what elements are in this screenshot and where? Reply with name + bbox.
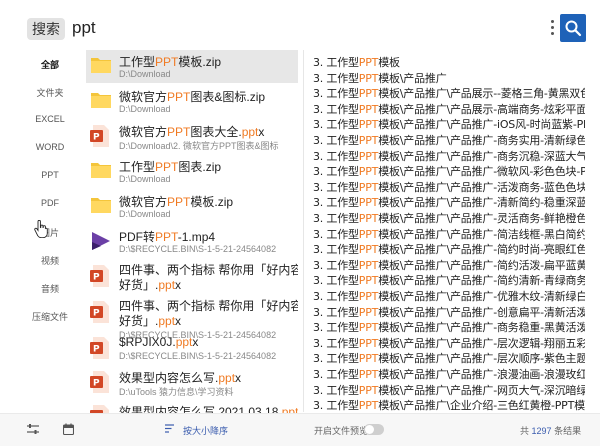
category-item[interactable]: PDF bbox=[25, 198, 75, 208]
file-path: D:\Download\2. 微软官方PPT图表&图标 bbox=[119, 141, 279, 151]
result-count: 共 1297 条结果 bbox=[520, 426, 582, 436]
file-name: 工作型PPT模板.zip bbox=[119, 55, 222, 69]
category-item[interactable]: 全部 bbox=[25, 58, 75, 71]
preview-line: 3. 工作型PPT模板\产品推广\产品推广-简约清新-青绿商务-PP bbox=[313, 274, 585, 288]
preview-line: 3. 工作型PPT模板\产品推广\产品推广-简洁线框-黑白简约-PP bbox=[313, 227, 585, 241]
category-item[interactable]: 压缩文件 bbox=[25, 310, 75, 323]
preview-line: 3. 工作型PPT模板\产品推广\产品推广-活泼商务-蓝色色块-PP bbox=[313, 180, 585, 194]
category-item[interactable]: 图片 bbox=[25, 226, 75, 239]
preview-line: 3. 工作型PPT模板\产品推广\产品推广-iOS风-时尚蓝紫-PPT模 bbox=[313, 118, 585, 132]
preview-line: 3. 工作型PPT模板\产品推广\企业介绍-三色红黄橙-PPT模板.p bbox=[313, 399, 585, 413]
search-mode-chip[interactable]: 搜索 bbox=[27, 18, 65, 40]
file-name-line2: 好货」.pptx bbox=[119, 278, 182, 292]
file-list-item[interactable]: 微软官方PPT模板.zip D:\Download bbox=[86, 190, 298, 223]
panel-divider bbox=[303, 50, 304, 412]
file-list-item[interactable]: 工作型PPT模板.zip D:\Download bbox=[86, 50, 298, 83]
svg-text:P: P bbox=[93, 309, 100, 319]
file-result-list: 工作型PPT模板.zip D:\Download 微软官方PPT图表&图标.zip D… bbox=[86, 48, 298, 413]
preview-line: 3. 工作型PPT模板\产品推广\产品推广-商务稳重-黑黄活泼-PP bbox=[313, 321, 585, 335]
file-name: $RPJIX0J.pptx bbox=[119, 335, 199, 349]
file-path: D:\Download bbox=[119, 104, 171, 114]
category-sidebar: 全部文件夹 EXCEL WORD PPT PDF 图片视频音频压缩文件 bbox=[25, 48, 75, 418]
powerpoint-icon: P bbox=[90, 265, 112, 287]
file-list-item[interactable]: P 效果型内容怎么写.pptx D:\uTools 猿力信息\学习资料 bbox=[86, 366, 298, 399]
svg-text:P: P bbox=[93, 345, 100, 355]
file-list-item[interactable]: PDF转PPT-1.mp4 D:\$RECYCLE.BIN\S-1-5-21-24… bbox=[86, 225, 298, 258]
file-list-item[interactable]: P 效果型内容怎么写 2021.03.18.pptx bbox=[86, 400, 298, 413]
file-list-item[interactable]: P 微软官方PPT图表大全.pptx D:\Download\2. 微软官方PPT图… bbox=[86, 120, 298, 153]
folder-zip-icon bbox=[90, 160, 112, 182]
file-name: 效果型内容怎么写 2021.03.18.pptx bbox=[119, 405, 298, 413]
file-name: PDF转PPT-1.mp4 bbox=[119, 230, 216, 244]
preview-line: 3. 工作型PPT模板\产品推广\产品推广-清新简约-稳重深蓝-PP bbox=[313, 196, 585, 210]
category-item[interactable]: PPT bbox=[25, 170, 75, 180]
preview-line: 3. 工作型PPT模板\产品推广\产品推广-网页大气-深沉暗绿-PP bbox=[313, 383, 585, 397]
file-name: 微软官方PPT模板.zip bbox=[119, 195, 234, 209]
file-path: D:\$RECYCLE.BIN\S-1-5-21-24564082 bbox=[119, 244, 277, 254]
hand-cursor-icon bbox=[34, 220, 48, 238]
calendar-icon[interactable] bbox=[63, 423, 74, 435]
file-path: D:\$RECYCLE.BIN\S-1-5-21-24564082 bbox=[119, 351, 277, 361]
preview-line: 3. 工作型PPT模板\产品推广\产品推广-商务实用-清新绿色-PP bbox=[313, 134, 585, 147]
file-list-item[interactable]: P $RPJIX0J.pptx D:\$RECYCLE.BIN\S-1-5-21-2… bbox=[86, 332, 298, 365]
search-button[interactable] bbox=[560, 14, 586, 42]
preview-line: 3. 工作型PPT模板\产品推广\产品推广-浪漫油画-浪漫玫红-PP bbox=[313, 368, 585, 381]
folder-zip-icon bbox=[90, 90, 112, 112]
more-menu-icon[interactable] bbox=[547, 18, 557, 40]
category-item[interactable]: 文件夹 bbox=[25, 86, 75, 99]
preview-line: 3. 工作型PPT模板\产品推广\产品推广-灵活商务-鲜艳橙色-PP bbox=[313, 212, 585, 225]
svg-text:P: P bbox=[93, 273, 100, 283]
file-name: 微软官方PPT图表&图标.zip bbox=[119, 90, 266, 104]
sort-label[interactable]: 按大小降序 bbox=[183, 424, 228, 437]
preview-line: 3. 工作型PPT模板\产品推广\产品推广-创意扁平-清新活泼-PP bbox=[313, 305, 585, 319]
preview-line: 3. 工作型PPT模板 bbox=[313, 56, 400, 69]
category-item[interactable]: 视频 bbox=[25, 254, 75, 267]
powerpoint-icon: P bbox=[90, 301, 112, 323]
powerpoint-icon: P bbox=[90, 337, 112, 359]
file-name: 工作型PPT图表.zip bbox=[119, 160, 222, 174]
file-path: D:\uTools 猿力信息\学习资料 bbox=[119, 387, 234, 397]
preview-line: 3. 工作型PPT模板\产品推广\产品推广-简约活泼-扁平蓝黄-PP bbox=[313, 258, 585, 272]
preview-line: 3. 工作型PPT模板\产品推广\产品展示-高端商务-炫彩平面-PP bbox=[313, 102, 585, 116]
utools-search-window: 搜索 全部文件夹 EXCEL WORD PPT PDF 图片视频音频压缩文件 工作型PPT… bbox=[0, 0, 600, 446]
powerpoint-icon: P bbox=[90, 125, 112, 147]
search-bar: 搜索 bbox=[0, 0, 600, 48]
folder-zip-icon bbox=[90, 55, 112, 77]
file-path: D:\Download bbox=[119, 209, 171, 219]
preview-line: 3. 工作型PPT模板\产品推广\产品推广-优雅木纹-清新绿白-PP bbox=[313, 290, 585, 303]
powerpoint-icon: P bbox=[90, 371, 112, 393]
preview-line: 3. 工作型PPT模板\产品推广\产品推广-层次顺序-紫色主题.pp bbox=[313, 352, 585, 366]
category-item[interactable]: WORD bbox=[25, 142, 75, 152]
filter-sliders-icon[interactable] bbox=[27, 423, 39, 435]
category-item[interactable]: 音频 bbox=[25, 282, 75, 295]
category-item[interactable]: EXCEL bbox=[25, 114, 75, 124]
file-preview-panel: 3. 工作型PPT模板 3. 工作型PPT模板\产品推广 3. 工作型PPT模板\产… bbox=[313, 50, 585, 414]
preview-toggle-label: 开启文件预览 bbox=[314, 426, 369, 436]
file-path: D:\Download bbox=[119, 174, 171, 184]
preview-line: 3. 工作型PPT模板\产品推广 bbox=[313, 71, 447, 85]
file-name: 微软官方PPT图表大全.pptx bbox=[119, 125, 265, 139]
file-name-line2: 好货」.pptx bbox=[119, 314, 182, 328]
search-icon bbox=[565, 20, 582, 37]
preview-line: 3. 工作型PPT模板\产品推广\产品推广-商务沉稳-深蓝大气-PP bbox=[313, 149, 585, 163]
svg-text:P: P bbox=[93, 379, 100, 389]
preview-line: 3. 工作型PPT模板\产品推广\产品展示--菱格三角-黄黑双色-P bbox=[313, 87, 585, 101]
folder-zip-icon bbox=[90, 195, 112, 217]
preview-line: 3. 工作型PPT模板\产品推广\产品推广-简约时尚-亮眼红色-PP bbox=[313, 243, 585, 257]
powerpoint-icon: P bbox=[90, 405, 112, 413]
video-icon bbox=[90, 230, 112, 252]
file-list-item[interactable]: 工作型PPT图表.zip D:\Download bbox=[86, 155, 298, 188]
preview-line: 3. 工作型PPT模板\产品推广\产品推广-微软风-彩色色块-PPT模 bbox=[313, 165, 585, 179]
svg-text:P: P bbox=[93, 133, 100, 143]
file-path: D:\Download bbox=[119, 69, 171, 79]
preview-line: 3. 工作型PPT模板\产品推广\产品推广-层次逻辑-翔丽五彩.pp bbox=[313, 336, 585, 350]
footer-bar: 按大小降序 开启文件预览 共 1297 条结果 bbox=[0, 413, 600, 446]
preview-toggle[interactable] bbox=[364, 424, 384, 435]
sort-icon[interactable] bbox=[165, 424, 175, 433]
file-name: 效果型内容怎么写.pptx bbox=[119, 371, 242, 385]
file-list-item[interactable]: 微软官方PPT图表&图标.zip D:\Download bbox=[86, 85, 298, 118]
search-input[interactable] bbox=[72, 14, 532, 42]
